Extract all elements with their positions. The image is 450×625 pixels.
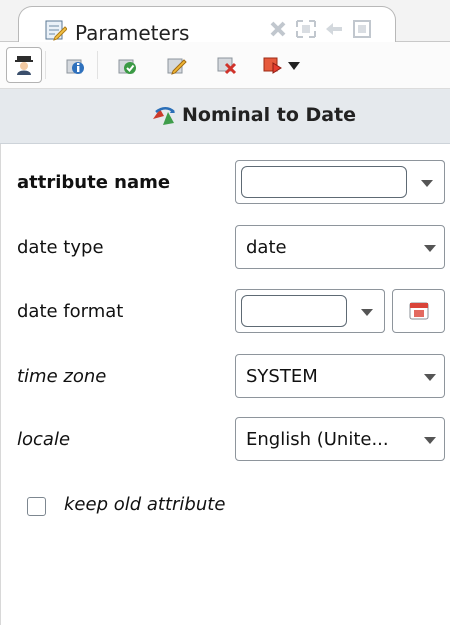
label-date-type: date type <box>17 237 104 258</box>
dropdown-arrow-icon <box>288 62 300 70</box>
validate-button[interactable] <box>110 48 144 82</box>
chevron-down-icon <box>421 180 433 187</box>
breakpoint-icon <box>263 57 282 74</box>
date-type-value: date <box>246 237 287 258</box>
time-zone-select[interactable]: SYSTEM <box>235 354 445 398</box>
operator-header: Nominal to Date <box>0 89 450 144</box>
parameters-edit-icon <box>45 20 67 41</box>
chevron-down-icon <box>361 309 373 316</box>
chevron-down-icon <box>424 245 436 252</box>
label-time-zone: time zone <box>17 366 107 387</box>
toolbar-separator <box>45 51 46 79</box>
info-button[interactable] <box>58 48 92 82</box>
keep-old-attribute-checkbox[interactable] <box>27 497 46 516</box>
minimize-icon[interactable] <box>323 19 345 39</box>
date-format-dropdown-button[interactable] <box>351 289 385 333</box>
toolbar-separator <box>97 51 98 79</box>
chevron-down-icon <box>424 437 436 444</box>
edit-icon <box>167 58 187 75</box>
keep-old-attribute-label[interactable]: keep old attribute <box>64 494 225 515</box>
parameters-toolbar <box>0 42 450 89</box>
expert-mode-button[interactable] <box>6 47 42 83</box>
label-attribute-name: attribute name <box>17 172 171 193</box>
operator-title: Nominal to Date <box>182 104 357 126</box>
locale-select[interactable]: English (Unite... <box>235 417 445 461</box>
info-icon <box>66 59 84 74</box>
validate-icon <box>118 59 136 74</box>
date-type-select[interactable]: date <box>235 225 445 269</box>
delete-icon <box>217 57 237 75</box>
edit-button[interactable] <box>160 48 194 82</box>
time-zone-value: SYSTEM <box>246 366 318 387</box>
label-date-format: date format <box>17 301 124 322</box>
detach-icon[interactable] <box>351 19 373 39</box>
delete-button[interactable] <box>210 48 244 82</box>
tab-strip: Parameters <box>0 0 450 45</box>
expert-mode-icon <box>15 56 33 75</box>
breakpoint-menu-button[interactable] <box>256 48 304 82</box>
attribute-name-dropdown-button[interactable] <box>411 160 445 204</box>
operator-icon <box>153 107 175 125</box>
calendar-icon <box>409 302 429 320</box>
close-icon[interactable] <box>267 19 289 39</box>
date-format-input[interactable] <box>241 295 347 327</box>
chevron-down-icon <box>424 374 436 381</box>
locale-value: English (Unite... <box>246 429 389 450</box>
maximize-icon[interactable] <box>295 19 317 39</box>
label-locale: locale <box>17 429 71 450</box>
tab-parameters[interactable]: Parameters <box>18 6 396 45</box>
attribute-name-combo[interactable] <box>235 160 445 204</box>
date-format-calendar-button[interactable] <box>392 289 445 333</box>
attribute-name-input[interactable] <box>241 166 407 198</box>
date-format-combo[interactable] <box>235 289 445 333</box>
